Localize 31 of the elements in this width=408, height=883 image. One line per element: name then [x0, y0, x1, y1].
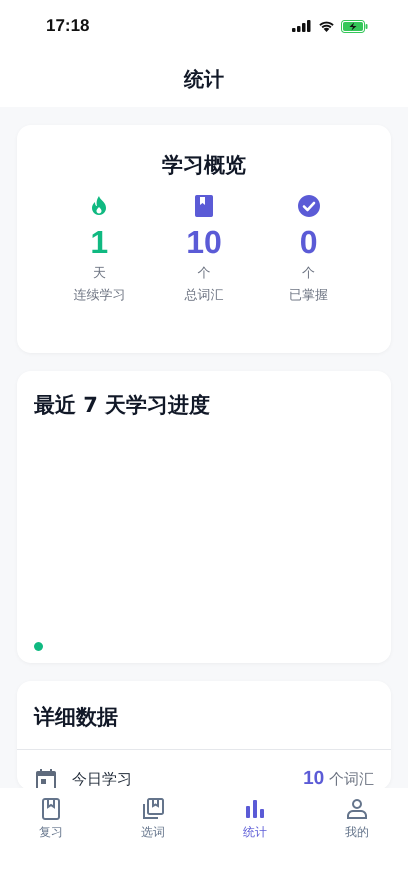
- card-title: 最近 7 天学习进度: [34, 392, 212, 419]
- page-title: 统计: [184, 66, 224, 93]
- stat-unit: 天: [92, 265, 106, 282]
- bar-chart-icon: [246, 798, 264, 820]
- book-icon: [42, 798, 60, 820]
- tab-item[interactable]: 我的: [306, 798, 408, 841]
- stat-value: 10: [186, 225, 222, 260]
- tab-item[interactable]: 复习: [0, 798, 102, 841]
- stat-value: 0: [300, 225, 318, 260]
- status-time: 17:18: [46, 16, 90, 36]
- battery-icon: [341, 20, 368, 32]
- row-value: 10 个词汇: [303, 768, 374, 788]
- stat-value: 1: [90, 225, 108, 260]
- stat-unit: 个: [197, 265, 210, 282]
- row-label: 今日学习: [72, 770, 132, 788]
- stat-unit: 个: [302, 265, 316, 282]
- card-title: 学习概览: [162, 152, 246, 179]
- wifi-icon: [318, 20, 335, 32]
- flame-icon: [90, 195, 108, 217]
- tab-item[interactable]: 统计: [204, 798, 306, 841]
- stat-label: 已掌握: [289, 287, 328, 304]
- books-icon: [142, 798, 164, 820]
- card-title: 详细数据: [32, 704, 119, 731]
- book-icon: [194, 195, 213, 217]
- signal-icon: [292, 20, 312, 32]
- stat-label: 总词汇: [184, 287, 224, 304]
- tab-item[interactable]: 选词: [102, 798, 204, 841]
- chart-point: [34, 642, 43, 651]
- stat-label: 连续学习: [73, 287, 126, 304]
- person-icon: [347, 798, 367, 820]
- check-circle-icon: [298, 195, 320, 217]
